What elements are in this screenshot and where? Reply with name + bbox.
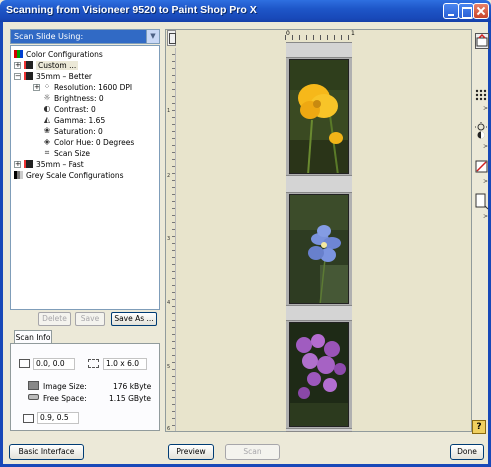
title-bar[interactable]: Scanning from Visioneer 9520 to Paint Sh… [0, 0, 491, 22]
preview-button[interactable]: Preview [168, 444, 214, 460]
tree-item-custom[interactable]: + Custom ... [14, 60, 79, 70]
tree-item-color-hue[interactable]: ◈ Color Hue: 0 Degrees [43, 137, 134, 147]
apply-settings-icon[interactable] [475, 33, 489, 49]
resolution-icon: ⁘ [43, 82, 51, 91]
tree-item-resolution[interactable]: + ⁘ Resolution: 1600 DPI [33, 82, 132, 92]
slide-photo-yellow-poppy[interactable] [289, 59, 349, 174]
contrast-icon: ◐ [43, 104, 51, 113]
tab-scan-info[interactable]: Scan Info [14, 330, 52, 344]
scan-info-panel: 0.0, 0.0 1.0 x 6.0 Image Size: 176 kByte… [10, 343, 160, 431]
chevron-right-icon[interactable]: > [483, 105, 488, 112]
scan-size-icon: ⌗ [44, 148, 50, 157]
tree-item-label: Gamma: 1.65 [54, 115, 106, 125]
film-strip[interactable] [286, 42, 352, 432]
tree-item-label: Resolution: 1600 DPI [54, 82, 133, 92]
cursor-position-icon [23, 414, 34, 423]
vruler-label: 1 [167, 108, 171, 114]
expand-icon[interactable]: + [33, 83, 40, 91]
color-config-icon [14, 50, 23, 58]
tree-item-brightness[interactable]: ☼ Brightness: 0 [43, 93, 104, 103]
save-button[interactable]: Save [75, 312, 105, 326]
free-space-value: 1.15 GByte [109, 394, 152, 403]
maximize-button[interactable] [458, 3, 474, 19]
image-size-value: 176 kByte [113, 382, 152, 391]
chevron-down-icon[interactable]: ▼ [146, 30, 159, 43]
tree-item-label: Color Configurations [26, 49, 103, 59]
collapse-icon[interactable]: − [14, 72, 21, 80]
film-icon [24, 61, 33, 69]
tree-item-scan-size[interactable]: ⌗ Scan Size [43, 148, 90, 158]
tree-item-label: Brightness: 0 [54, 93, 104, 103]
tree-item-label: Custom ... [36, 60, 79, 70]
scan-button[interactable]: Scan [225, 444, 280, 460]
slide-photo-blue-flax[interactable] [289, 194, 349, 304]
close-button[interactable] [473, 3, 489, 19]
brightness-icon: ☼ [43, 93, 51, 102]
image-size-icon [28, 381, 39, 390]
window-title: Scanning from Visioneer 9520 to Paint Sh… [6, 4, 257, 16]
vruler-label: 3 [167, 236, 171, 242]
origin-icon [19, 359, 30, 368]
tree-item-35mm-fast[interactable]: + 35mm – Fast [14, 159, 84, 169]
dpi-grid-icon[interactable] [475, 88, 489, 104]
vruler-label: 4 [167, 300, 171, 306]
saturation-icon: ❀ [43, 126, 51, 135]
horizontal-ruler: 0 1 [285, 30, 355, 40]
grayscale-icon [14, 171, 23, 179]
size-icon [88, 359, 99, 368]
frame-divider [286, 175, 352, 193]
done-button[interactable]: Done [450, 444, 484, 460]
free-space-label: Free Space: [43, 394, 87, 403]
cursor-position-field: 0.9, 0.5 [37, 412, 79, 424]
save-as-button[interactable]: Save As ... [111, 312, 157, 326]
tree-item-label: Contrast: 0 [54, 104, 96, 114]
frame-divider [286, 305, 352, 321]
crop-size-icon[interactable] [475, 193, 489, 210]
brightness-contrast-icon[interactable] [475, 122, 489, 139]
delete-button[interactable]: Delete [38, 312, 71, 326]
scan-slide-using-select[interactable]: Scan Slide Using: ▼ [10, 29, 160, 44]
ruler-units-icon[interactable] [167, 30, 176, 46]
image-size-label: Image Size: [43, 382, 87, 391]
tree-item-label: Color Hue: 0 Degrees [54, 137, 135, 147]
tree-item-label: Saturation: 0 [54, 126, 103, 136]
size-field: 1.0 x 6.0 [103, 358, 147, 370]
configuration-tree[interactable]: Color Configurations + Custom ... − 35mm… [10, 45, 160, 310]
tree-item-grey-scale-configurations[interactable]: Grey Scale Configurations [14, 170, 124, 180]
color-adjust-icon[interactable] [475, 160, 489, 176]
basic-interface-button[interactable]: Basic Interface [9, 444, 84, 460]
frame-divider [286, 428, 352, 432]
vertical-ruler: 1 2 3 4 5 6 [166, 48, 176, 432]
tree-item-gamma[interactable]: ◭ Gamma: 1.65 [43, 115, 105, 125]
tree-item-label: Scan Size [54, 148, 91, 158]
tree-item-contrast[interactable]: ◐ Contrast: 0 [43, 104, 96, 114]
chevron-right-icon[interactable]: > [483, 143, 488, 150]
tree-item-label: 35mm – Better [36, 71, 93, 81]
gamma-icon: ◭ [43, 115, 51, 124]
minimize-button[interactable] [443, 3, 459, 19]
vruler-label: 6 [167, 426, 171, 432]
tree-item-35mm-better[interactable]: − 35mm – Better [14, 71, 92, 81]
chevron-right-icon[interactable]: > [483, 213, 488, 220]
expand-icon[interactable]: + [14, 61, 21, 69]
scan-slide-using-value: Scan Slide Using: [14, 32, 84, 41]
vruler-label: 5 [167, 364, 171, 370]
expand-icon[interactable]: + [14, 160, 21, 168]
origin-field: 0.0, 0.0 [33, 358, 75, 370]
hruler-ticks [285, 35, 355, 40]
hue-icon: ◈ [43, 137, 51, 146]
film-icon [24, 160, 33, 168]
vruler-label: 2 [167, 173, 171, 179]
tree-item-color-configurations[interactable]: Color Configurations [14, 49, 103, 59]
film-icon [24, 72, 33, 80]
disk-icon [28, 394, 39, 400]
help-icon[interactable]: ? [472, 420, 486, 434]
tree-item-label: 35mm – Fast [36, 159, 84, 169]
tree-item-saturation[interactable]: ❀ Saturation: 0 [43, 126, 103, 136]
tree-item-label: Grey Scale Configurations [26, 170, 124, 180]
frame-divider [286, 42, 352, 58]
chevron-right-icon[interactable]: > [483, 178, 488, 185]
slide-photo-purple-phlox[interactable] [289, 322, 349, 427]
